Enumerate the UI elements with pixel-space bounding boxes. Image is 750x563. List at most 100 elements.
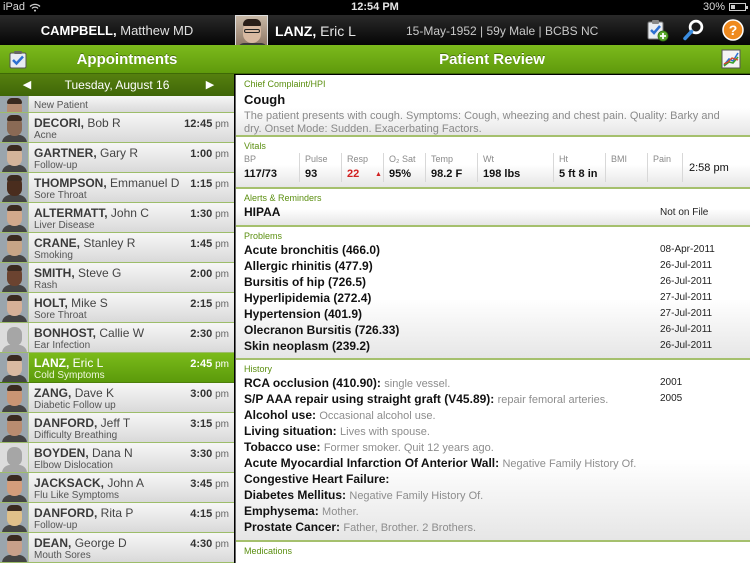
appointment-time-ampm: pm (215, 179, 229, 190)
appointment-list[interactable]: New Patient DECORI, Bob R 12:45 pm Acne GART… (0, 96, 234, 563)
appointment-first-name: John C (110, 206, 149, 220)
appointment-last-name: BONHOST, (34, 326, 97, 340)
problem-row[interactable]: Skin neoplasm (239.2) 26-Jul-2011 (244, 338, 742, 354)
history-row[interactable]: Emphysema: Mother. (244, 503, 742, 519)
section-label: History (244, 364, 273, 374)
history-row[interactable]: Prostate Cancer: Father, Brother. 2 Brot… (244, 519, 742, 535)
history-item-name: Diabetes Mellitus: (244, 488, 347, 502)
appointment-row[interactable]: ZANG, Dave K 3:00 pm Diabetic Follow up (0, 383, 234, 413)
doctor-name[interactable]: CAMPBELL, Matthew MD (0, 23, 234, 38)
appointment-time-value: 1:30 (190, 208, 213, 220)
history-row[interactable]: Living situation: Lives with spouse. (244, 423, 742, 439)
problems-section[interactable]: Problems Acute bronchitis (466.0) 08-Apr-… (236, 227, 750, 360)
vital-label: BP (244, 154, 257, 164)
history-item-name: Congestive Heart Failure: (244, 472, 390, 486)
appointment-row[interactable]: DEAN, George D 4:30 pm Mouth Sores (0, 533, 234, 563)
appointment-first-name: Emmanuel D (110, 176, 180, 190)
appointment-row[interactable]: New Patient (0, 96, 234, 113)
medications-section[interactable]: Medications (236, 542, 750, 562)
patient-name: LANZ, Eric L (275, 23, 356, 39)
appointment-time-value: 1:45 (190, 238, 213, 250)
appointment-last-name: DECORI, (34, 116, 85, 130)
appointment-row[interactable]: LANZ, Eric L 2:45 pm Cold Symptoms (0, 353, 234, 383)
problem-row[interactable]: Acute bronchitis (466.0) 08-Apr-2011 (244, 242, 742, 258)
appointment-reason: Diabetic Follow up (34, 400, 116, 411)
alert-row[interactable]: HIPAA Not on File (244, 204, 742, 221)
vital-bmi: BMI (606, 153, 648, 182)
history-row[interactable]: Tobacco use: Former smoker. Quit 12 year… (244, 439, 742, 455)
problem-row[interactable]: Bursitis of hip (726.5) 26-Jul-2011 (244, 274, 742, 290)
appointment-reason: Rash (34, 280, 58, 291)
appointment-reason: Follow-up (34, 520, 78, 531)
appointment-patient-name: HOLT, Mike S (34, 296, 108, 310)
patient-avatar[interactable] (235, 15, 268, 48)
problem-row[interactable]: Olecranon Bursitis (726.33) 26-Jul-2011 (244, 322, 742, 338)
problem-row[interactable]: Hypertension (401.9) 27-Jul-2011 (244, 306, 742, 322)
appointments-titlebar: Appointments (0, 45, 234, 74)
appointment-time-value: 3:15 (190, 418, 213, 430)
appointment-row[interactable]: BOYDEN, Dana N 3:30 pm Elbow Dislocation (0, 443, 234, 473)
appointment-reason: Elbow Dislocation (34, 460, 113, 471)
patient-thumbnail (0, 353, 29, 382)
problem-name: Olecranon Bursitis (726.33) (244, 323, 400, 337)
chart-icon[interactable] (721, 49, 741, 69)
patient-thumbnail (0, 503, 29, 532)
patient-thumbnail (0, 473, 29, 502)
appointment-time-value: 3:00 (190, 388, 213, 400)
appointment-time-ampm: pm (215, 389, 229, 400)
appointment-row[interactable]: BONHOST, Callie W 2:30 pm Ear Infection (0, 323, 234, 353)
appointment-row[interactable]: SMITH, Steve G 2:00 pm Rash (0, 263, 234, 293)
appointment-last-name: HOLT, (34, 296, 68, 310)
appointment-time-value: 2:45 (190, 358, 213, 370)
problem-row[interactable]: Allergic rhinitis (477.9) 26-Jul-2011 (244, 258, 742, 274)
add-appointment-icon[interactable] (645, 18, 669, 42)
appointment-time-value: 2:30 (190, 328, 213, 340)
history-row[interactable]: Alcohol use: Occasional alcohol use. (244, 407, 742, 423)
problem-name: Hyperlipidemia (272.4) (244, 291, 372, 305)
chief-complaint-section[interactable]: Chief Complaint/HPI Cough The patient pr… (236, 75, 750, 137)
patient-review-titlebar: Patient Review (234, 45, 750, 74)
problem-date: 08-Apr-2011 (660, 244, 715, 255)
vital-value: 93 (305, 168, 318, 180)
history-row[interactable]: RCA occlusion (410.90): single vessel. 20… (244, 375, 742, 391)
vital-pain: Pain (648, 153, 683, 182)
appointment-row[interactable]: ALTERMATT, John C 1:30 pm Liver Disease (0, 203, 234, 233)
problem-row[interactable]: Hyperlipidemia (272.4) 27-Jul-2011 (244, 290, 742, 306)
appointment-row[interactable]: DECORI, Bob R 12:45 pm Acne (0, 113, 234, 143)
appointment-time-ampm: pm (215, 479, 229, 490)
current-date: Tuesday, August 16 (64, 78, 170, 92)
appointment-time: 3:30 pm (190, 448, 229, 460)
appointment-reason: Follow-up (34, 160, 78, 171)
appointment-patient-name: BONHOST, Callie W (34, 326, 144, 340)
help-icon[interactable]: ? (721, 18, 745, 42)
history-row[interactable]: Acute Myocardial Infarction Of Anterior … (244, 455, 742, 471)
appointment-patient-name: LANZ, Eric L (34, 356, 103, 370)
section-label: Medications (244, 546, 293, 556)
vital-resp: Resp 22 ▲ (342, 153, 384, 182)
appointment-patient-name: SMITH, Steve G (34, 266, 121, 280)
vital-label: Ht (559, 154, 568, 164)
history-section[interactable]: History RCA occlusion (410.90): single v… (236, 360, 750, 542)
history-row[interactable]: S/P AAA repair using straight graft (V45… (244, 391, 742, 407)
history-row[interactable]: Congestive Heart Failure: (244, 471, 742, 487)
vital-pulse: Pulse 93 (300, 153, 342, 182)
date-navigator: ◀ Tuesday, August 16 ▶ (0, 74, 234, 96)
appointment-row[interactable]: JACKSACK, John A 3:45 pm Flu Like Symptoms (0, 473, 234, 503)
next-day-button[interactable]: ▶ (203, 78, 217, 92)
history-item-note: Mother. (322, 506, 359, 518)
vitals-section[interactable]: Vitals BP 117/73 Pulse 93 Resp 22 ▲ O₂ Sat 95% Te… (236, 137, 750, 189)
doctor-last-name: CAMPBELL, (40, 23, 117, 38)
appointment-row[interactable]: CRANE, Stanley R 1:45 pm Smoking (0, 233, 234, 263)
appointment-row[interactable]: DANFORD, Jeff T 3:15 pm Difficulty Breathi… (0, 413, 234, 443)
appointment-row[interactable]: DANFORD, Rita P 4:15 pm Follow-up (0, 503, 234, 533)
history-row[interactable]: Diabetes Mellitus: Negative Family Histo… (244, 487, 742, 503)
problem-date: 27-Jul-2011 (660, 292, 713, 303)
appointment-row[interactable]: HOLT, Mike S 2:15 pm Sore Throat (0, 293, 234, 323)
patient-thumbnail (0, 323, 29, 352)
alerts-section[interactable]: Alerts & Reminders HIPAA Not on File (236, 189, 750, 227)
search-icon[interactable] (682, 18, 706, 42)
appointment-time: 2:00 pm (190, 268, 229, 280)
appointment-row[interactable]: THOMPSON, Emmanuel D 1:15 pm Sore Throat (0, 173, 234, 203)
appointment-reason: Liver Disease (34, 220, 95, 231)
appointment-row[interactable]: GARTNER, Gary R 1:00 pm Follow-up (0, 143, 234, 173)
